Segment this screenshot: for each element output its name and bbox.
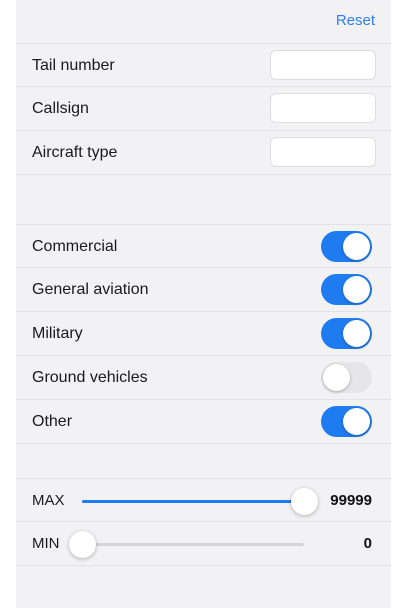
min-slider-thumb[interactable] (69, 531, 96, 558)
max-slider[interactable] (82, 488, 318, 515)
toggle-knob (343, 276, 370, 303)
altitude-slider-group: MAX 99999 MIN 0 (16, 478, 391, 566)
commercial-label: Commercial (32, 238, 118, 255)
toggle-knob (343, 320, 370, 347)
max-slider-fill (82, 500, 304, 503)
min-slider[interactable] (69, 531, 304, 558)
toggle-knob (343, 233, 370, 260)
military-row: Military (16, 312, 391, 356)
ground-vehicles-label: Ground vehicles (32, 369, 148, 386)
ground-vehicles-toggle[interactable] (321, 362, 372, 393)
callsign-label: Callsign (32, 100, 89, 117)
min-label: MIN (32, 535, 60, 552)
aircraft-type-input[interactable] (270, 137, 376, 167)
tail-number-input[interactable] (270, 50, 376, 80)
military-toggle[interactable] (321, 318, 372, 349)
filter-panel: Reset Tail number Callsign Aircraft type… (16, 0, 391, 608)
general-aviation-row: General aviation (16, 268, 391, 312)
callsign-row: Callsign (16, 87, 391, 131)
military-label: Military (32, 325, 83, 342)
min-value: 0 (363, 535, 372, 552)
toggle-knob (343, 408, 370, 435)
category-toggle-group: Commercial General aviation Military Gro… (16, 224, 391, 444)
callsign-input[interactable] (270, 93, 376, 123)
max-altitude-row: MAX 99999 (16, 478, 391, 522)
toggle-knob (323, 364, 350, 391)
max-value: 99999 (330, 492, 372, 509)
other-label: Other (32, 413, 73, 430)
min-altitude-row: MIN 0 (16, 522, 391, 566)
general-aviation-label: General aviation (32, 281, 149, 298)
commercial-row: Commercial (16, 224, 391, 268)
general-aviation-toggle[interactable] (321, 274, 372, 305)
aircraft-type-row: Aircraft type (16, 131, 391, 175)
aircraft-type-label: Aircraft type (32, 144, 118, 161)
reset-button[interactable]: Reset (336, 12, 375, 29)
commercial-toggle[interactable] (321, 231, 372, 262)
max-slider-thumb[interactable] (291, 488, 318, 515)
tail-number-label: Tail number (32, 57, 115, 74)
other-toggle[interactable] (321, 406, 372, 437)
ground-vehicles-row: Ground vehicles (16, 356, 391, 400)
other-row: Other (16, 400, 391, 444)
text-filter-group: Tail number Callsign Aircraft type (16, 43, 391, 175)
tail-number-row: Tail number (16, 43, 391, 87)
max-label: MAX (32, 492, 65, 509)
